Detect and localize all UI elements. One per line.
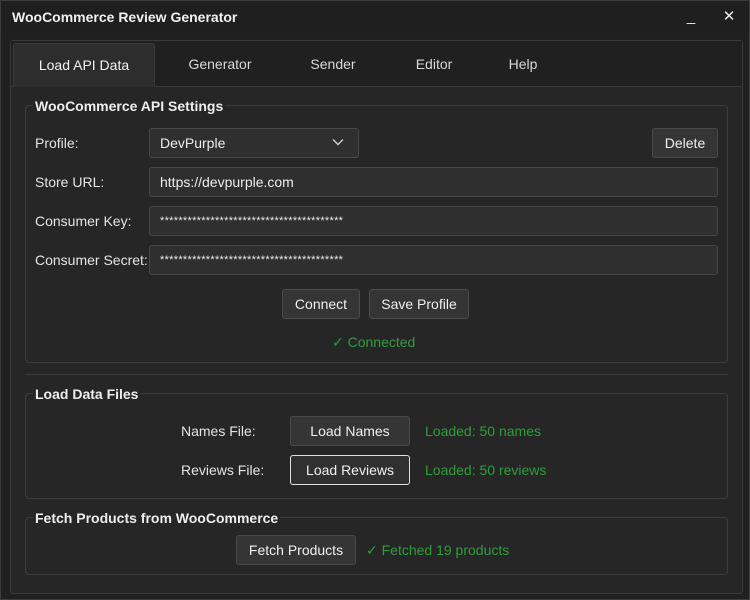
load-names-button[interactable]: Load Names [290,416,410,446]
load-reviews-button[interactable]: Load Reviews [290,455,410,485]
tab-generator[interactable]: Generator [171,43,269,85]
tab-notebook: Load API Data Generator Sender Editor He… [10,40,743,594]
reviews-status: Loaded: 50 reviews [425,462,547,478]
fetch-products-button[interactable]: Fetch Products [236,535,356,565]
profile-dropdown[interactable]: DevPurple [149,128,359,158]
chevron-down-icon [332,139,344,146]
profile-value: DevPurple [160,135,226,151]
title-bar[interactable]: WooCommerce Review Generator _ ✕ [1,1,749,33]
api-settings-title: WooCommerce API Settings [33,98,226,114]
store-url-label: Store URL: [35,174,105,190]
tab-help[interactable]: Help [489,43,557,85]
tab-load-api-data[interactable]: Load API Data [13,43,155,87]
window-title: WooCommerce Review Generator [12,9,238,25]
tab-bar: Load API Data Generator Sender Editor He… [11,41,742,87]
data-files-title: Load Data Files [33,386,141,402]
connect-button[interactable]: Connect [282,289,360,319]
store-url-field[interactable]: https://devpurple.com [149,167,718,197]
names-status: Loaded: 50 names [425,423,541,439]
minimize-button[interactable]: _ [677,5,705,29]
names-file-label: Names File: [181,423,256,439]
fetch-status: ✓ Fetched 19 products [366,542,510,558]
tab-editor[interactable]: Editor [391,43,477,85]
fetch-products-title: Fetch Products from WooCommerce [33,510,281,526]
close-button[interactable]: ✕ [715,5,743,29]
app-window: WooCommerce Review Generator _ ✕ Load AP… [0,0,750,600]
consumer-key-field[interactable]: **************************************** [149,206,718,236]
tab-sender[interactable]: Sender [287,43,379,85]
section-divider [25,374,728,375]
connection-status: ✓ Connected [332,334,416,350]
reviews-file-label: Reviews File: [181,462,265,478]
consumer-secret-field[interactable]: **************************************** [149,245,718,275]
consumer-secret-label: Consumer Secret: [35,252,148,268]
profile-label: Profile: [35,135,79,151]
delete-profile-button[interactable]: Delete [652,128,718,158]
save-profile-button[interactable]: Save Profile [369,289,469,319]
consumer-key-label: Consumer Key: [35,213,132,229]
